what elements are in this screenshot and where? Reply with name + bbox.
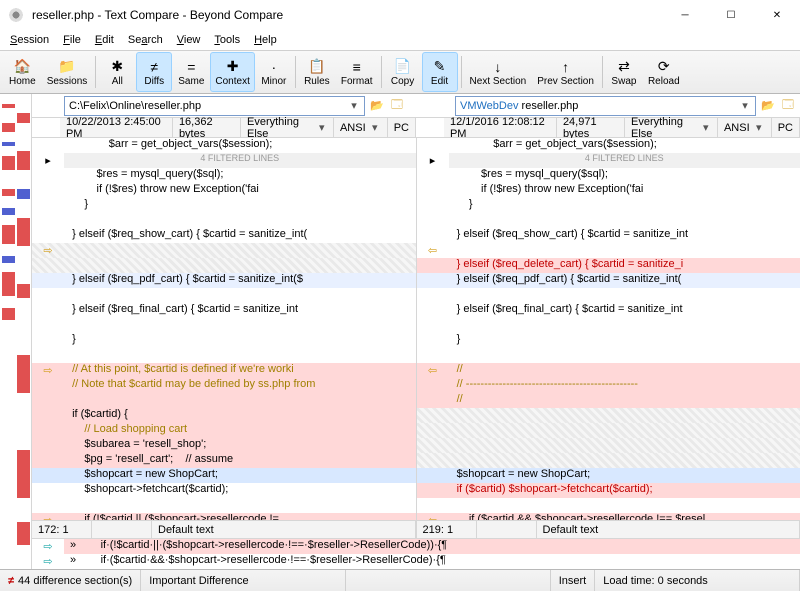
left-lineend[interactable]: PC [388, 118, 416, 137]
copy-icon: 📄 [393, 58, 413, 76]
toolbar-home[interactable]: 🏠Home [4, 52, 41, 92]
diffs-icon: ≠ [144, 58, 164, 76]
toolbar-all[interactable]: ✱All [99, 52, 135, 92]
toolbar-same[interactable]: =Same [173, 52, 209, 92]
left-path-input[interactable]: C:\Felix\Online\reseller.php▾ [64, 96, 365, 116]
toolbar-next-section[interactable]: ↓Next Section [465, 52, 532, 92]
left-pane: $arr = get_object_vars($session); ▸4 FIL… [32, 138, 417, 538]
app-icon [8, 7, 24, 23]
same-icon: = [181, 58, 201, 76]
thumbnail-column[interactable] [0, 94, 32, 569]
left-filter[interactable]: Everything Else ▾ [241, 118, 334, 137]
right-pos: 219: 1 [417, 521, 477, 538]
right-bytes: 24,971 bytes [557, 118, 625, 137]
inline-diff: ⇨» if·(!$cartid·||·($shopcart->resellerc… [32, 538, 800, 569]
folder-open-icon[interactable]: 📂 [760, 98, 776, 114]
toolbar: 🏠Home📁Sessions✱All≠Diffs=Same✚Context·Mi… [0, 50, 800, 94]
window-title: reseller.php - Text Compare - Beyond Com… [32, 8, 662, 22]
menu-tools[interactable]: Tools [208, 32, 246, 48]
right-lineend[interactable]: PC [772, 118, 800, 137]
explorer-icon[interactable]: 🗔 [780, 98, 796, 114]
info-row: 10/22/2013 2:45:00 PM 16,362 bytes Every… [32, 118, 800, 138]
folder-open-icon[interactable]: 📂 [369, 98, 385, 114]
status-diffs: ≠44 difference section(s) [0, 570, 141, 591]
diff-line-a: » if·(!$cartid·||·($shopcart->resellerco… [64, 539, 800, 554]
path-row: C:\Felix\Online\reseller.php▾ 📂🗔 VMWebDe… [32, 94, 800, 118]
toolbar-prev-section[interactable]: ↑Prev Section [532, 52, 599, 92]
right-code[interactable]: $arr = get_object_vars($session); ▸4 FIL… [417, 138, 800, 520]
right-charset[interactable]: ANSI ▾ [718, 118, 772, 137]
swap-icon: ⇄ [614, 58, 634, 76]
toolbar-sessions[interactable]: 📁Sessions [42, 52, 93, 92]
left-charset[interactable]: ANSI ▾ [334, 118, 388, 137]
status-load: Load time: 0 seconds [595, 570, 800, 591]
minor-icon: · [264, 58, 284, 76]
all-icon: ✱ [107, 58, 127, 76]
right-path-input[interactable]: VMWebDev reseller.php▾ [455, 96, 756, 116]
code-split: $arr = get_object_vars($session); ▸4 FIL… [32, 138, 800, 538]
status-bar: ≠44 difference section(s) Important Diff… [0, 569, 800, 591]
right-stat: Default text [537, 521, 800, 538]
toolbar-swap[interactable]: ⇄Swap [606, 52, 642, 92]
maximize-button[interactable]: ☐ [708, 0, 754, 30]
left-date: 10/22/2013 2:45:00 PM [60, 118, 173, 137]
context-icon: ✚ [223, 58, 243, 76]
close-button[interactable]: ✕ [754, 0, 800, 30]
toolbar-copy[interactable]: 📄Copy [385, 52, 421, 92]
toolbar-reload[interactable]: ⟳Reload [643, 52, 685, 92]
status-insert: Insert [551, 570, 596, 591]
toolbar-minor[interactable]: ·Minor [256, 52, 292, 92]
title-bar: reseller.php - Text Compare - Beyond Com… [0, 0, 800, 30]
toolbar-format[interactable]: ≡Format [336, 52, 378, 92]
menu-view[interactable]: View [171, 32, 207, 48]
left-bytes: 16,362 bytes [173, 118, 241, 137]
main-panels: C:\Felix\Online\reseller.php▾ 📂🗔 VMWebDe… [0, 94, 800, 569]
minimize-button[interactable]: ─ [662, 0, 708, 30]
menu-session[interactable]: Session [4, 32, 55, 48]
reload-icon: ⟳ [654, 58, 674, 76]
prev section-icon: ↑ [556, 58, 576, 76]
right-filter[interactable]: Everything Else ▾ [625, 118, 718, 137]
status-kind: Important Difference [141, 570, 346, 591]
menu-edit[interactable]: Edit [89, 32, 120, 48]
menu-file[interactable]: File [57, 32, 87, 48]
toolbar-context[interactable]: ✚Context [210, 52, 254, 92]
edit-icon: ✎ [430, 58, 450, 76]
rules-icon: 📋 [307, 58, 327, 76]
right-pane: $arr = get_object_vars($session); ▸4 FIL… [417, 138, 800, 538]
explorer-icon[interactable]: 🗔 [389, 98, 405, 114]
left-code[interactable]: $arr = get_object_vars($session); ▸4 FIL… [32, 138, 416, 520]
format-icon: ≡ [347, 58, 367, 76]
menu-help[interactable]: Help [248, 32, 283, 48]
menu-bar: Session File Edit Search View Tools Help [0, 30, 800, 50]
right-date: 12/1/2016 12:08:12 PM [444, 118, 557, 137]
toolbar-rules[interactable]: 📋Rules [299, 52, 335, 92]
left-stat: Default text [152, 521, 416, 538]
menu-search[interactable]: Search [122, 32, 169, 48]
toolbar-diffs[interactable]: ≠Diffs [136, 52, 172, 92]
toolbar-edit[interactable]: ✎Edit [422, 52, 458, 92]
sessions-icon: 📁 [57, 58, 77, 76]
left-pos: 172: 1 [32, 521, 92, 538]
next section-icon: ↓ [488, 58, 508, 76]
home-icon: 🏠 [12, 58, 32, 76]
diff-line-b: » if·($cartid·&&·$shopcart->resellercode… [64, 554, 800, 569]
